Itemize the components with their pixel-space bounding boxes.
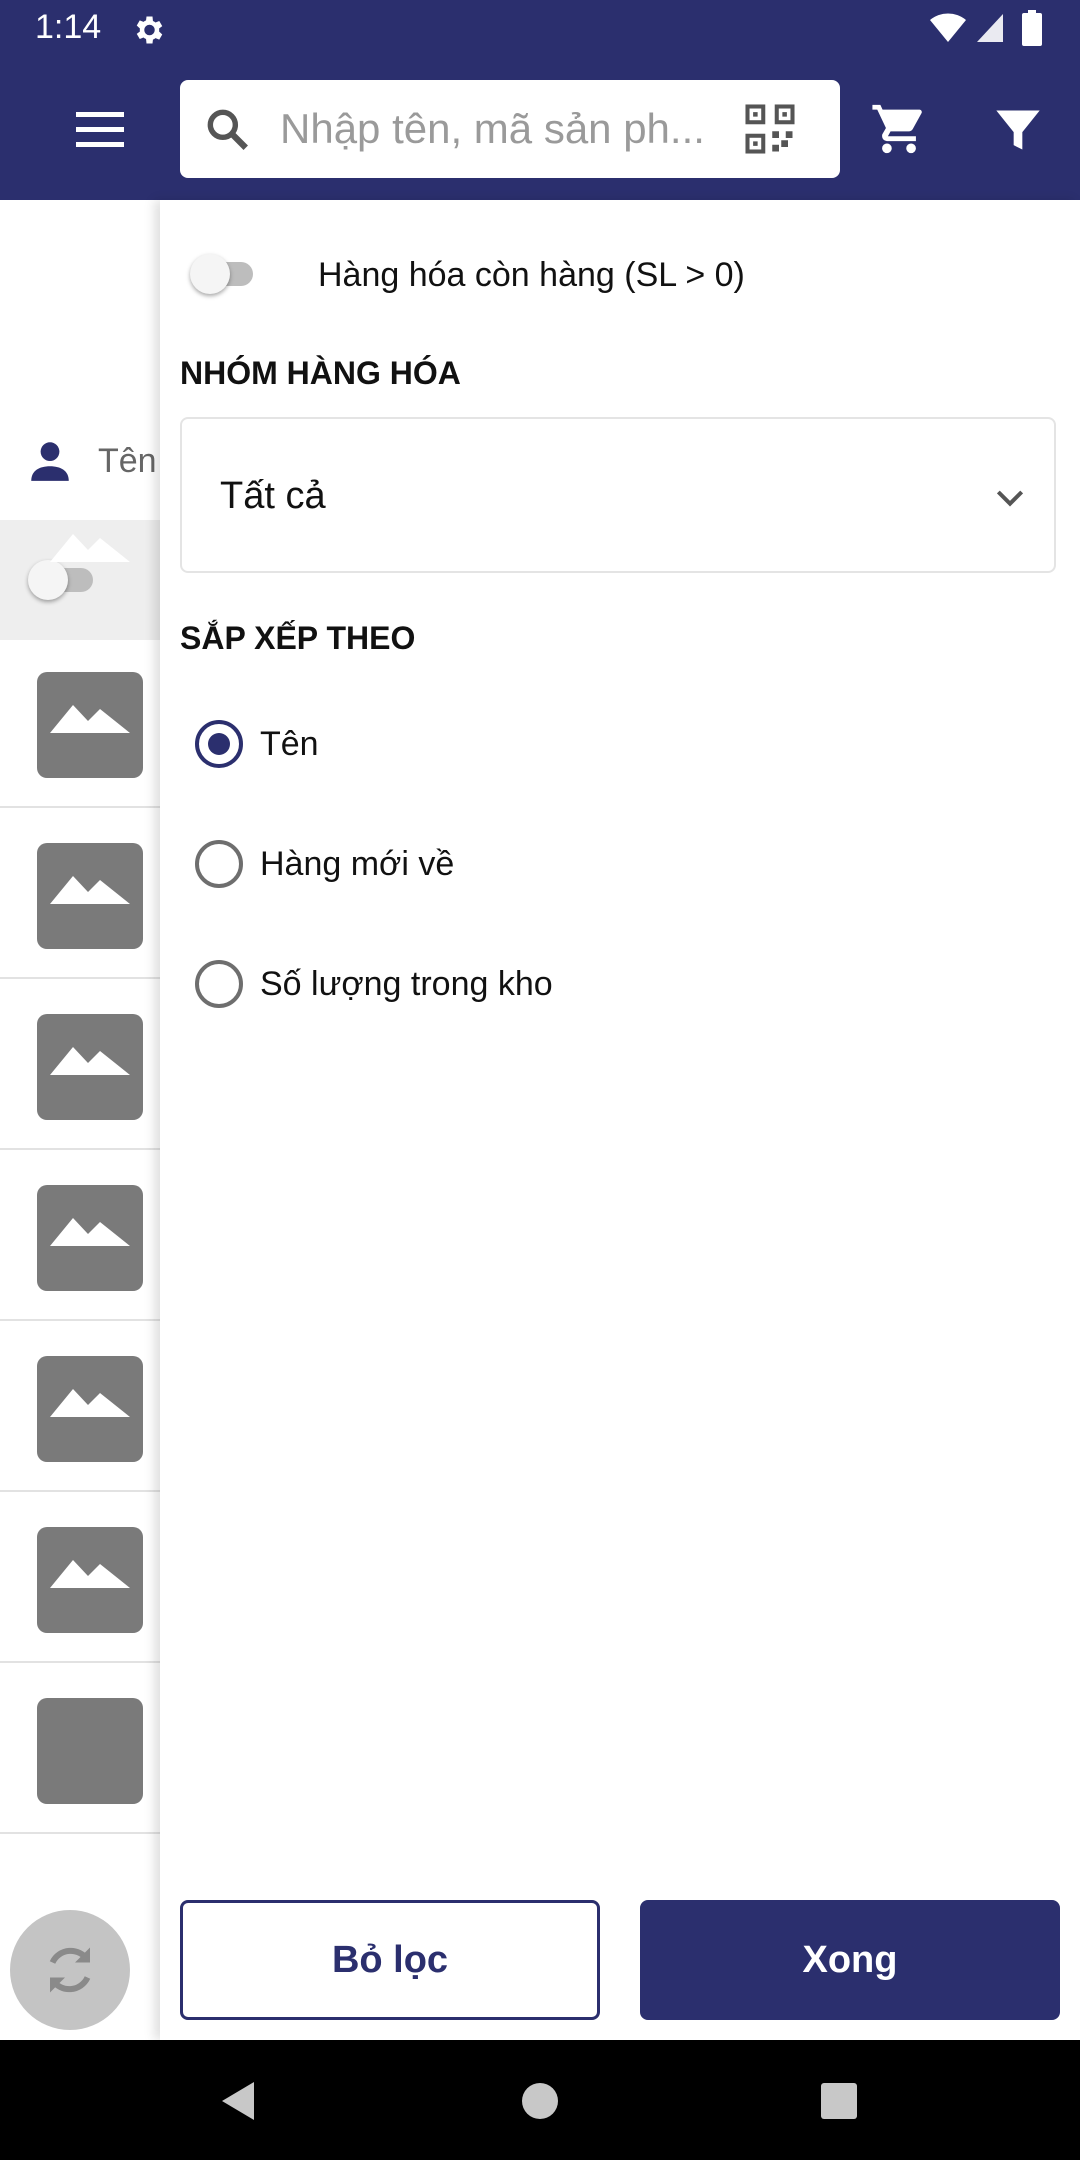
row-divider bbox=[0, 977, 160, 979]
status-time: 1:14 bbox=[35, 8, 102, 46]
refresh-icon bbox=[49, 1947, 91, 1993]
menu-icon[interactable] bbox=[70, 108, 130, 152]
in-stock-switch[interactable] bbox=[190, 254, 230, 294]
app-bar: 1:14 Nhập tên, mã sản ph... bbox=[0, 0, 1080, 200]
row-divider bbox=[0, 1319, 160, 1321]
sort-option-label: Tên bbox=[260, 725, 319, 763]
radio-unselected-icon bbox=[195, 960, 243, 1008]
group-dropdown-value: Tất cả bbox=[220, 475, 326, 517]
image-placeholder-icon bbox=[37, 1527, 143, 1633]
home-icon[interactable] bbox=[520, 2081, 560, 2121]
image-placeholder-icon bbox=[37, 1356, 143, 1462]
row-divider bbox=[0, 806, 160, 808]
filter-drawer: Hàng hóa còn hàng (SL > 0) NHÓM HÀNG HÓA… bbox=[160, 200, 1080, 2040]
qr-scan-icon[interactable] bbox=[743, 102, 797, 156]
search-bar[interactable]: Nhập tên, mã sản ph... bbox=[180, 80, 840, 178]
row-divider bbox=[0, 1148, 160, 1150]
settings-icon bbox=[136, 16, 163, 44]
sort-option-label: Hàng mới về bbox=[260, 845, 455, 883]
sort-option-stock-quantity[interactable]: Số lượng trong kho bbox=[160, 940, 1060, 1030]
radio-unselected-icon bbox=[195, 840, 243, 888]
person-icon bbox=[31, 442, 69, 481]
wifi-icon bbox=[930, 13, 966, 43]
in-stock-label: Hàng hóa còn hàng (SL > 0) bbox=[318, 256, 745, 294]
search-input[interactable]: Nhập tên, mã sản ph... bbox=[280, 105, 705, 153]
user-row: Tên bbox=[0, 400, 160, 520]
image-placeholder-icon bbox=[37, 672, 143, 778]
back-icon[interactable] bbox=[218, 2080, 258, 2122]
sort-option-label: Số lượng trong kho bbox=[260, 965, 553, 1003]
chevron-down-icon bbox=[996, 490, 1024, 507]
sort-option-name[interactable]: Tên bbox=[160, 700, 1060, 790]
background-switch-thumb[interactable] bbox=[28, 560, 68, 600]
group-dropdown[interactable]: Tất cả bbox=[180, 417, 1056, 573]
image-placeholder-icon bbox=[37, 843, 143, 949]
row-divider bbox=[0, 1661, 160, 1663]
group-section-title: NHÓM HÀNG HÓA bbox=[180, 355, 461, 391]
image-placeholder-icon bbox=[37, 1698, 143, 1804]
filter-icon[interactable] bbox=[992, 104, 1044, 156]
row-divider bbox=[0, 1832, 160, 1834]
clear-filter-button[interactable]: Bỏ lọc bbox=[180, 1900, 600, 2020]
background-toggle-row bbox=[0, 520, 160, 640]
cell-signal-icon bbox=[977, 14, 1003, 42]
image-placeholder-icon bbox=[37, 1014, 143, 1120]
radio-selected-icon bbox=[195, 720, 243, 768]
system-nav-bar bbox=[0, 2040, 1080, 2160]
sort-option-new-arrivals[interactable]: Hàng mới về bbox=[160, 820, 1060, 910]
row-divider bbox=[0, 1490, 160, 1492]
product-list: Tên bbox=[0, 200, 160, 2040]
cart-icon[interactable] bbox=[868, 100, 930, 158]
search-icon bbox=[207, 109, 248, 150]
user-label: Tên bbox=[98, 442, 157, 480]
recents-icon[interactable] bbox=[820, 2082, 858, 2120]
image-placeholder-icon bbox=[37, 1185, 143, 1291]
refresh-button[interactable] bbox=[10, 1910, 130, 2030]
done-button[interactable]: Xong bbox=[640, 1900, 1060, 2020]
battery-icon bbox=[1022, 10, 1042, 46]
sort-section-title: SẮP XẾP THEO bbox=[180, 620, 416, 656]
